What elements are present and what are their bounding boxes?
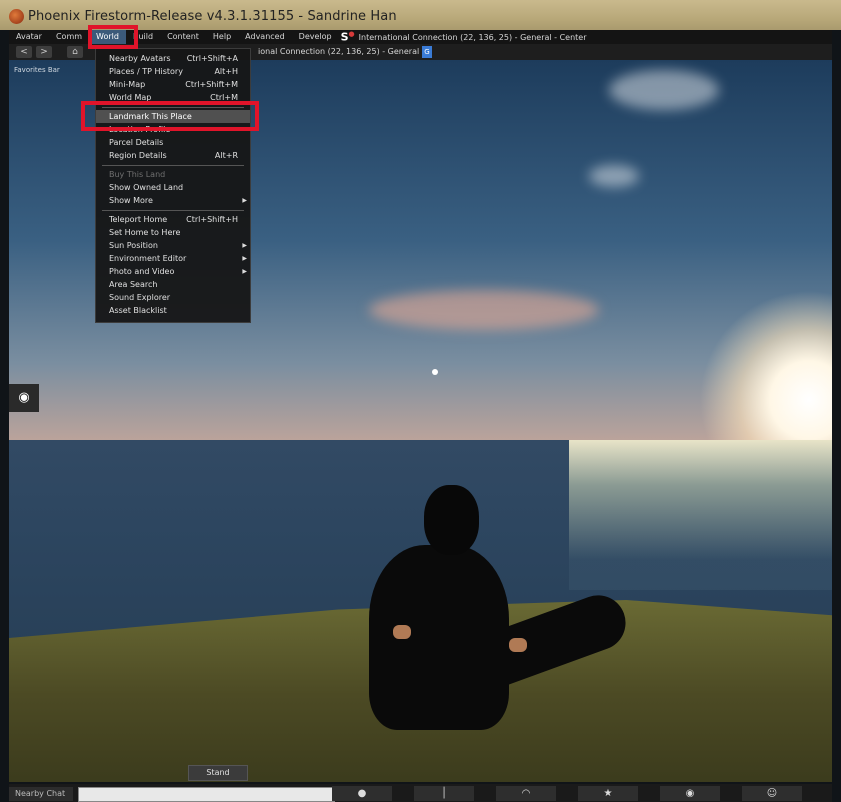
menu-item-mini-map[interactable]: Mini-Map Ctrl+Shift+M: [96, 78, 250, 91]
submenu-arrow-icon: ▶: [242, 197, 247, 204]
cloud: [609, 70, 719, 110]
avatar-hand: [509, 638, 527, 652]
secondlife-s-icon: S●: [340, 30, 355, 44]
back-icon[interactable]: <: [16, 46, 32, 58]
highlight-box-world-menu: [88, 25, 138, 49]
connection-status: International Connection (22, 136, 25) -…: [358, 32, 587, 42]
menu-content[interactable]: Content: [160, 30, 206, 44]
walk-icon[interactable]: ★: [578, 786, 638, 801]
menu-item-region-details[interactable]: Region Details Alt+R: [96, 149, 250, 162]
menu-item-sound-explorer[interactable]: Sound Explorer: [96, 291, 250, 304]
home-icon[interactable]: ⌂: [67, 46, 83, 58]
menu-item-teleport-home[interactable]: Teleport Home Ctrl+Shift+H: [96, 213, 250, 226]
stand-button[interactable]: Stand: [188, 765, 248, 781]
avatar-head: [424, 485, 479, 555]
menu-item-buy-this-land: Buy This Land: [109, 170, 166, 179]
menu-item-photo-video[interactable]: Photo and Video ▶: [96, 265, 250, 278]
menu-advanced[interactable]: Advanced: [238, 30, 292, 44]
favorites-bar-label: Favorites Bar: [14, 66, 60, 74]
nearby-chat-button[interactable]: Nearby Chat: [9, 787, 73, 801]
avatar-hand: [393, 625, 411, 639]
avatar[interactable]: [369, 545, 509, 730]
window-title: Phoenix Firestorm-Release v4.3.1.31155 -…: [28, 9, 397, 24]
moon-dot: [432, 369, 438, 375]
people-icon[interactable]: ☺: [742, 786, 802, 801]
forward-icon[interactable]: >: [36, 46, 52, 58]
menu-item-show-owned-land[interactable]: Show Owned Land: [96, 181, 250, 194]
maturity-badge: G: [422, 46, 432, 58]
world-menu-dropdown: Nearby Avatars Ctrl+Shift+A Places / TP H…: [95, 48, 251, 323]
menu-help[interactable]: Help: [206, 30, 238, 44]
menu-item-places-history[interactable]: Places / TP History Alt+H: [96, 65, 250, 78]
microphone-icon[interactable]: │: [414, 786, 474, 801]
firestorm-app-icon: [9, 9, 24, 24]
menu-separator: [102, 210, 244, 211]
cloud: [369, 290, 599, 330]
location-text: ional Connection (22, 136, 25) - General: [258, 47, 420, 56]
menu-comm[interactable]: Comm: [49, 30, 89, 44]
menu-item-nearby-avatars[interactable]: Nearby Avatars Ctrl+Shift+A: [96, 52, 250, 65]
location-bar[interactable]: ional Connection (22, 136, 25) - General…: [258, 46, 438, 58]
menu-item-sun-position[interactable]: Sun Position ▶: [96, 239, 250, 252]
menu-develop[interactable]: Develop: [292, 30, 339, 44]
menu-separator: [102, 165, 244, 166]
menu-item-area-search[interactable]: Area Search: [96, 278, 250, 291]
cloud: [589, 165, 639, 187]
map-pin-icon[interactable]: ◉: [9, 384, 39, 412]
submenu-arrow-icon: ▶: [242, 242, 247, 249]
menu-item-show-more[interactable]: Show More ▶: [96, 194, 250, 207]
sea-glint: [569, 440, 832, 590]
headset-icon[interactable]: ◠: [496, 786, 556, 801]
submenu-arrow-icon: ▶: [242, 255, 247, 262]
menu-item-asset-blacklist[interactable]: Asset Blacklist: [96, 304, 250, 317]
chat-input[interactable]: [78, 787, 335, 802]
submenu-arrow-icon: ▶: [242, 268, 247, 275]
menu-item-parcel-details[interactable]: Parcel Details: [96, 136, 250, 149]
menu-item-set-home[interactable]: Set Home to Here: [96, 226, 250, 239]
menu-item-environment-editor[interactable]: Environment Editor ▶: [96, 252, 250, 265]
eye-icon[interactable]: ◉: [660, 786, 720, 801]
highlight-box-landmark: [81, 101, 259, 131]
chat-icon[interactable]: ●: [332, 786, 392, 801]
menu-avatar[interactable]: Avatar: [9, 30, 49, 44]
